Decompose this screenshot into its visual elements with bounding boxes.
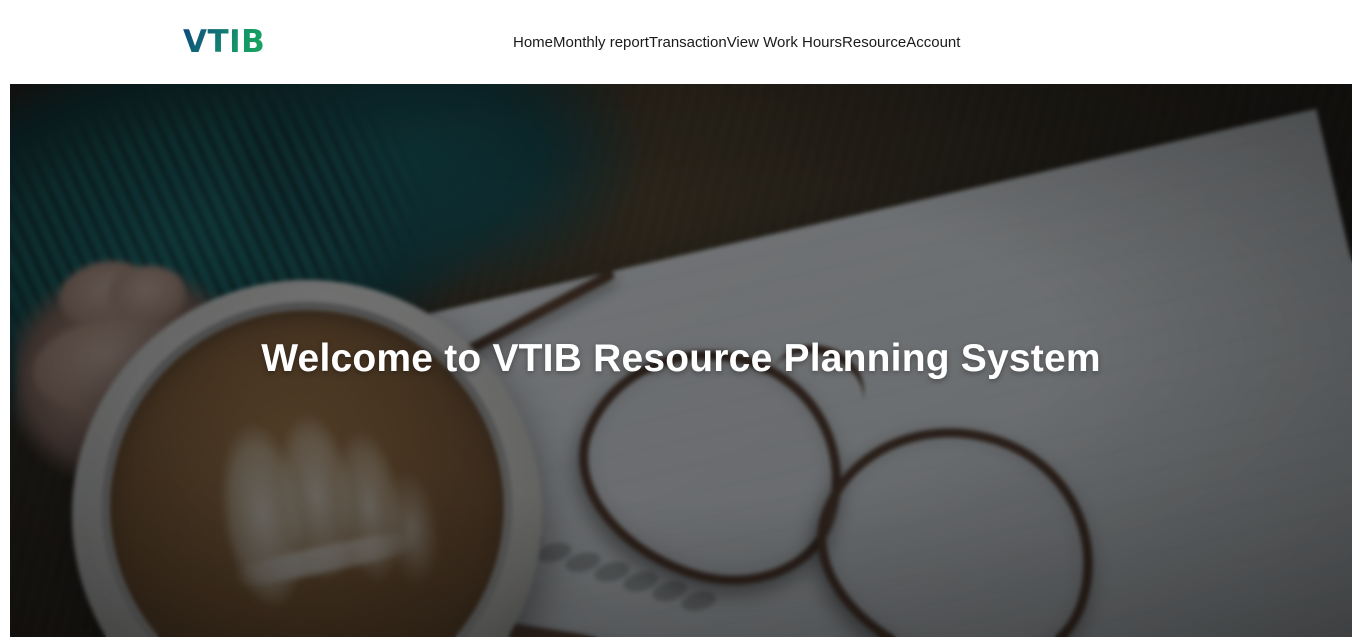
- nav-link-resource[interactable]: Resource: [842, 27, 906, 58]
- nav-link-transaction[interactable]: Transaction: [649, 27, 727, 58]
- nav-item-transaction[interactable]: Transaction: [649, 27, 727, 58]
- nav-item-view-work-hours[interactable]: View Work Hours: [727, 27, 842, 58]
- nav-link-home[interactable]: Home: [513, 27, 553, 58]
- hero-title: Welcome to VTIB Resource Planning System: [261, 337, 1101, 380]
- hero-content: Welcome to VTIB Resource Planning System: [10, 336, 1352, 383]
- nav-item-home[interactable]: Home: [513, 27, 553, 58]
- nav-item-monthly-report[interactable]: Monthly report: [553, 27, 649, 58]
- top-navigation-bar: VTIB Home Monthly report Transaction Vie…: [0, 0, 1356, 84]
- nav-link-monthly-report[interactable]: Monthly report: [553, 27, 649, 58]
- hero-banner: Welcome to VTIB Resource Planning System: [10, 84, 1352, 637]
- main-nav-menu: Home Monthly report Transaction View Wor…: [500, 0, 960, 84]
- brand-logo-vtib[interactable]: VTIB: [183, 27, 265, 58]
- nav-link-view-work-hours[interactable]: View Work Hours: [727, 27, 842, 58]
- nav-link-account[interactable]: Account: [906, 27, 960, 58]
- nav-item-resource[interactable]: Resource: [842, 27, 906, 58]
- nav-item-account[interactable]: Account: [906, 27, 960, 58]
